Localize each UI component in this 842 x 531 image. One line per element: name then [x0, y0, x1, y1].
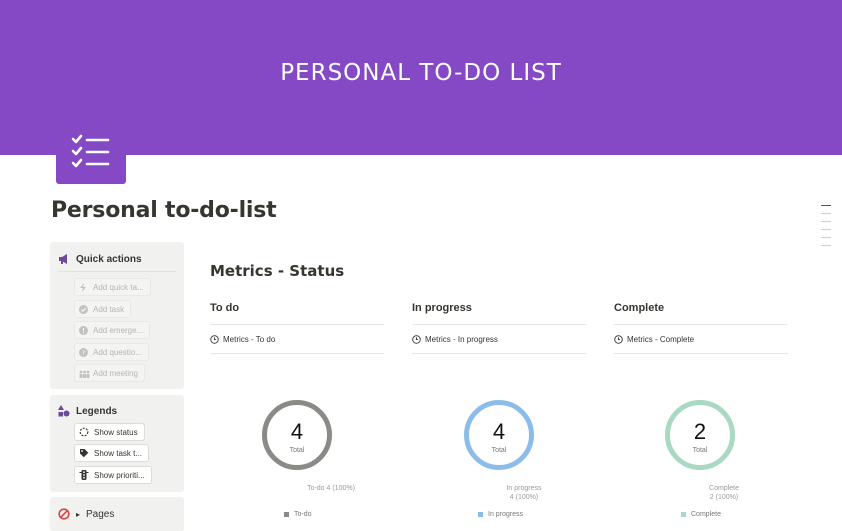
page-title: Personal to-do-list — [51, 198, 277, 223]
divider — [58, 271, 176, 272]
in-progress-total-ring[interactable]: 4 Total — [464, 400, 534, 470]
checklist-icon[interactable] — [56, 124, 126, 184]
divider — [210, 353, 384, 354]
show-status-label: Show status — [94, 427, 138, 437]
add-question-button[interactable]: ? Add questio... — [74, 343, 149, 361]
column-heading: Complete — [614, 302, 665, 314]
todo-total-value: 4 — [290, 419, 304, 444]
in-progress-total-value: 4 — [492, 419, 506, 444]
complete-total-label: Total — [692, 447, 708, 454]
metrics-column-in-progress: In progress Metrics - In progress — [412, 302, 586, 354]
legend-label: In progress — [488, 511, 524, 518]
metrics-section-title: Metrics - Status — [210, 262, 345, 280]
complete-legend-item[interactable]: Complete — [681, 511, 721, 518]
divider — [614, 353, 788, 354]
prohibited-icon — [58, 508, 70, 520]
show-priorities-label: Show prioriti... — [94, 470, 145, 480]
view-label: Metrics - In progress — [425, 334, 498, 344]
view-label: Metrics - Complete — [627, 334, 695, 344]
lightning-icon — [79, 282, 88, 292]
view-tab-todo[interactable]: Metrics - To do — [210, 325, 384, 353]
add-emergency-button[interactable]: Add emerge... — [74, 321, 151, 339]
complete-annotation-line: Complete — [709, 485, 739, 492]
pages-title: Pages — [86, 508, 115, 520]
clock-icon — [614, 334, 623, 344]
add-task-button[interactable]: Add task — [74, 300, 132, 318]
metrics-column-todo: To do Metrics - To do — [210, 302, 384, 354]
in-progress-annotation-line: 4 (100%) — [509, 494, 539, 501]
clock-icon — [210, 334, 219, 344]
column-heading: To do — [210, 302, 240, 314]
complete-total-ring[interactable]: 2 Total — [665, 400, 735, 470]
in-progress-total-label: Total — [491, 447, 507, 454]
add-task-label: Add task — [93, 304, 125, 314]
add-quick-task-label: Add quick ta... — [93, 282, 144, 292]
shapes-icon — [58, 405, 70, 417]
in-progress-legend-item[interactable]: In progress — [478, 511, 523, 518]
todo-legend-item[interactable]: To-do — [284, 511, 312, 518]
alert-circle-icon — [79, 325, 88, 335]
todo-total-ring[interactable]: 4 Total — [262, 400, 332, 470]
in-progress-chart-annotation: In progress 4 (100%) — [489, 484, 559, 502]
megaphone-icon — [58, 253, 70, 265]
todo-annotation-line: To-do 4 (100%) — [307, 485, 355, 492]
pages-header[interactable]: ▸ Pages — [58, 508, 114, 520]
show-status-button[interactable]: Show status — [74, 423, 145, 441]
banner-title: PERSONAL TO-DO LIST — [280, 60, 562, 86]
divider — [412, 353, 586, 354]
complete-chart-annotation: Complete 2 (100%) — [689, 484, 759, 502]
tag-icon — [79, 448, 89, 458]
complete-annotation-line: 2 (100%) — [709, 494, 739, 501]
todo-total-label: Total — [289, 447, 305, 454]
complete-total-value: 2 — [693, 419, 707, 444]
add-question-label: Add questio... — [93, 347, 142, 357]
legend-label: To-do — [294, 511, 312, 518]
pages-toggle-icon[interactable]: ▸ — [76, 510, 80, 519]
cover-banner: PERSONAL TO-DO LIST — [0, 0, 842, 155]
show-priorities-button[interactable]: Show prioriti... — [74, 466, 152, 484]
quick-actions-title: Quick actions — [76, 253, 142, 265]
legend-label: Complete — [691, 511, 721, 518]
column-heading: In progress — [412, 302, 472, 314]
question-circle-icon: ? — [79, 347, 88, 357]
view-tab-complete[interactable]: Metrics - Complete — [614, 325, 788, 353]
todo-chart-annotation: To-do 4 (100%) — [296, 484, 366, 493]
clock-icon — [412, 334, 421, 344]
svg-text:?: ? — [82, 350, 85, 357]
check-circle-icon — [79, 304, 88, 314]
traffic-light-icon — [79, 470, 89, 480]
add-meeting-label: Add meeting — [93, 368, 138, 378]
legends-header: Legends — [58, 405, 117, 417]
table-of-contents[interactable] — [821, 205, 831, 253]
legend-swatch — [284, 512, 289, 517]
add-quick-task-button[interactable]: Add quick ta... — [74, 278, 151, 296]
in-progress-annotation-line: In progress — [506, 485, 542, 492]
people-icon — [79, 369, 90, 378]
quick-actions-header: Quick actions — [58, 253, 142, 265]
legend-swatch — [681, 512, 686, 517]
add-meeting-button[interactable]: Add meeting — [74, 364, 145, 382]
legends-title: Legends — [76, 405, 118, 417]
metrics-column-complete: Complete Metrics - Complete — [614, 302, 788, 354]
add-emergency-label: Add emerge... — [93, 325, 144, 335]
view-label: Metrics - To do — [223, 334, 276, 344]
show-task-type-button[interactable]: Show task t... — [74, 444, 150, 462]
view-tab-in-progress[interactable]: Metrics - In progress — [412, 325, 586, 353]
legend-swatch — [478, 512, 483, 517]
loading-circle-icon — [79, 427, 89, 437]
show-task-type-label: Show task t... — [94, 448, 143, 458]
pages-panel: ▸ Pages — [50, 497, 184, 531]
